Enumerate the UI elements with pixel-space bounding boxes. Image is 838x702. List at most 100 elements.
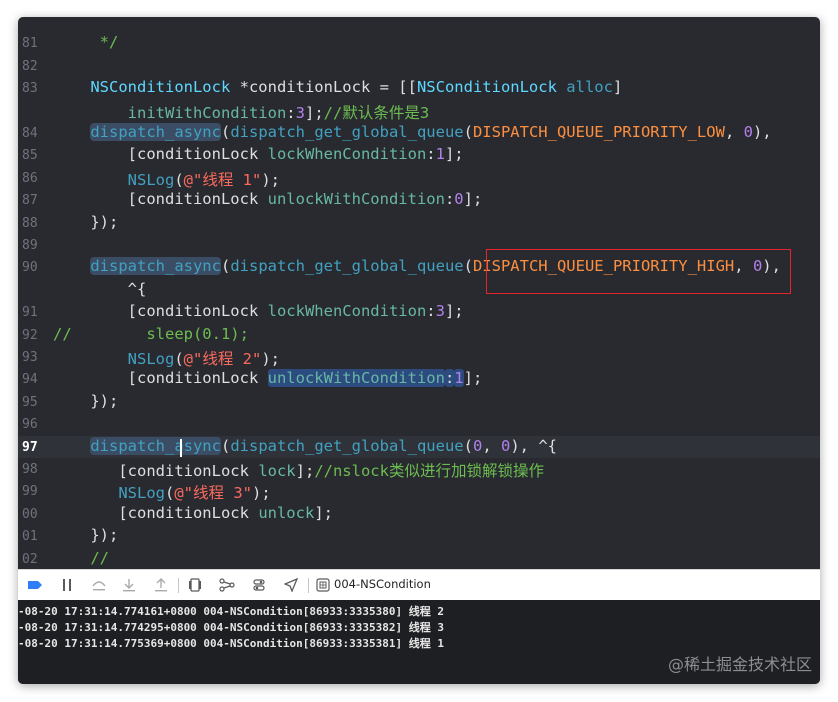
- code-line[interactable]: 85 [conditionLock lockWhenCondition:1];: [18, 144, 820, 166]
- code-line[interactable]: 01 });: [18, 525, 820, 547]
- code-token: ,: [482, 436, 501, 455]
- code-token: ),: [752, 123, 772, 141]
- code-editor[interactable]: 81 */ 82 83 NSConditionLock *conditionLock…: [18, 17, 820, 569]
- code-line[interactable]: 02 //: [18, 548, 820, 569]
- code-line[interactable]: 83 NSConditionLock *conditionLock = [[NS…: [18, 77, 820, 99]
- line-number: 99: [22, 484, 38, 500]
- code-token: 3: [295, 103, 305, 122]
- code-text: */: [53, 33, 119, 52]
- code-line[interactable]: 93 NSLog(@"线程 2");: [18, 346, 820, 368]
- code-token: ,: [724, 123, 744, 141]
- code-line[interactable]: 92 // sleep(0.1);: [18, 324, 820, 346]
- code-token: );: [261, 350, 281, 368]
- pause-icon[interactable]: [56, 575, 78, 595]
- code-line[interactable]: 91 [conditionLock lockWhenCondition:3];: [18, 301, 820, 323]
- code-token: (: [220, 436, 231, 455]
- code-line[interactable]: 87 [conditionLock unlockWithCondition:0]…: [18, 189, 820, 211]
- code-line[interactable]: 98 [conditionLock lock];//nslock类似进行加锁解锁…: [18, 458, 820, 480]
- code-token: (: [220, 257, 231, 276]
- code-token: NSLog: [127, 350, 175, 368]
- code-token: 1: [454, 369, 464, 388]
- breakpoint-toggle-icon[interactable]: [24, 575, 46, 595]
- code-line[interactable]: 81 */: [18, 32, 820, 54]
- line-number: 82: [22, 58, 38, 74]
- code-token: // sleep(0.1);: [53, 324, 249, 343]
- step-over-icon[interactable]: [88, 575, 110, 595]
- code-line[interactable]: 96: [18, 413, 820, 435]
- code-text: NSLog(@"线程 2");: [53, 347, 280, 369]
- code-line[interactable]: 97 dispatch_async(dispatch_get_global_qu…: [18, 435, 820, 458]
- code-line[interactable]: 82: [18, 55, 820, 77]
- line-number: 02: [22, 551, 38, 567]
- code-token: dispatch_get_global_queue: [230, 257, 464, 276]
- code-token: *conditionLock = [[: [230, 78, 417, 97]
- debug-target-label[interactable]: 004-NSCondition: [334, 577, 431, 591]
- code-text: NSLog(@"线程 1");: [53, 168, 280, 190]
- location-icon[interactable]: [280, 575, 302, 595]
- code-line[interactable]: 99 NSLog(@"线程 3");: [18, 480, 820, 502]
- code-line[interactable]: 86 NSLog(@"线程 1");: [18, 167, 820, 189]
- code-line[interactable]: 88 });: [18, 212, 820, 234]
- code-token: dispatch_async: [90, 257, 221, 276]
- code-token: [conditionLock: [53, 462, 259, 480]
- code-line[interactable]: 94 [conditionLock unlockWithCondition:1]…: [18, 368, 820, 390]
- code-token: [conditionLock: [53, 369, 268, 388]
- code-token: (: [220, 123, 231, 141]
- line-number: 87: [22, 193, 38, 209]
- code-token: @"线程 1": [183, 170, 262, 189]
- code-text: [conditionLock unlockWithCondition:1];: [53, 369, 482, 388]
- code-text: NSConditionLock *conditionLock = [[NSCon…: [53, 78, 622, 96]
- code-token: );: [252, 484, 271, 503]
- code-line[interactable]: 00 [conditionLock unlock];: [18, 503, 820, 525]
- view-debugger-icon[interactable]: [184, 575, 206, 595]
- watermark: @稀土掘金技术社区: [667, 655, 812, 674]
- code-token: :: [286, 103, 296, 122]
- code-token: @"线程 2": [183, 350, 262, 368]
- code-token: (: [463, 257, 473, 276]
- code-text: initWithCondition:3];//默认条件是3: [53, 101, 430, 123]
- line-number: 89: [22, 238, 38, 253]
- code-token: dispatch_get_global_queue: [230, 436, 464, 455]
- code-token: (: [463, 123, 473, 141]
- code-token: alloc: [566, 78, 613, 97]
- code-token: @"线程 3": [174, 484, 253, 503]
- annotation-highlight-box: [486, 249, 791, 295]
- code-token: dispatch_async: [90, 436, 221, 455]
- code-line[interactable]: 84 dispatch_async(dispatch_get_global_qu…: [18, 122, 820, 144]
- code-line[interactable]: 95 });: [18, 391, 820, 413]
- text-caret: [180, 438, 182, 457]
- code-token: NSLog: [118, 484, 165, 503]
- code-token: dispatch_async: [90, 123, 221, 141]
- code-text: // sleep(0.1);: [53, 325, 249, 343]
- code-token: unlockWithCondition: [267, 190, 445, 209]
- line-number: 85: [22, 148, 38, 164]
- code-token: dispatch_get_global_queue: [230, 123, 464, 141]
- line-number: 83: [22, 81, 38, 97]
- code-text: });: [53, 526, 118, 544]
- line-number: 98: [22, 462, 38, 477]
- code-token: });: [53, 391, 119, 410]
- step-into-icon[interactable]: [118, 575, 140, 595]
- code-token: 0: [472, 436, 483, 455]
- line-number: 00: [22, 506, 38, 522]
- code-token: 0: [500, 436, 511, 455]
- code-token: );: [261, 170, 281, 189]
- scheme-icon[interactable]: [312, 575, 334, 595]
- environment-overrides-icon[interactable]: [248, 575, 270, 595]
- step-out-icon[interactable]: [150, 575, 172, 595]
- code-line[interactable]: [18, 17, 820, 32]
- code-token: */: [53, 33, 119, 52]
- code-token: lockWhenCondition: [267, 302, 427, 321]
- memory-graph-icon[interactable]: [216, 575, 238, 595]
- code-token: unlockWithCondition: [267, 369, 445, 388]
- code-line[interactable]: initWithCondition:3];//默认条件是3: [18, 100, 820, 122]
- line-number: 93: [22, 350, 38, 365]
- code-token: initWithCondition: [127, 103, 287, 122]
- line-number: 95: [22, 394, 38, 410]
